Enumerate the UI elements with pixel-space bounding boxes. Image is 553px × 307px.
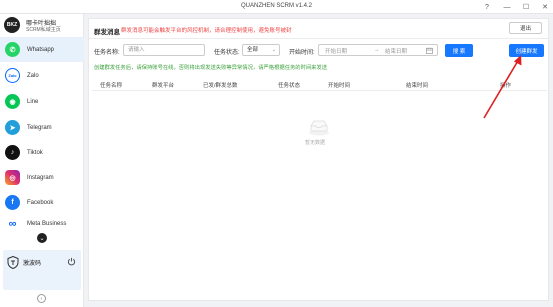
task-name-label: 任务名称: [94,50,120,56]
meta-icon: ∞ [8,218,17,230]
sidebar-item-label: Zalo [27,72,39,79]
column-header: 已发/群发总数 [203,83,238,89]
start-date-input[interactable]: 开始日期 [325,47,347,55]
calendar-icon [426,47,433,54]
whatsapp-icon: ✆ [5,42,20,57]
window-title: QUANZHEN SCRM v1.4.2 [240,3,312,9]
start-time-label: 开始时间: [289,50,315,56]
sidebar-item-zalo[interactable]: Zalo Zalo [0,63,84,88]
sidebar-item-label: Line [27,98,39,105]
sidebar-item-tiktok[interactable]: ♪ Tiktok [0,140,84,165]
user-name: 激波码 [23,261,42,267]
chevron-down-icon: ⌄ [271,47,276,53]
maximize-icon[interactable]: ☐ [521,2,531,12]
zalo-icon: Zalo [5,68,20,83]
column-header: 操作 [500,83,512,89]
end-date-input[interactable]: 结束日期 [385,47,407,55]
page-title: 群发消息 [94,29,120,36]
empty-state-text: 暂无数据 [305,140,326,146]
telegram-icon: ➤ [5,120,20,135]
instagram-icon: ◎ [5,170,20,185]
collapse-sidebar-icon[interactable]: ‹ [37,294,46,303]
column-header: 开始时间 [328,83,351,89]
main-panel: 群发消息 群发消息可能会触发平台的风控机制，请合理控制使用，避免账号被封 退出 … [88,18,549,301]
task-status-value: 全部 [247,47,259,53]
help-icon[interactable]: ? [482,2,492,12]
search-button[interactable]: 搜 索 [445,44,473,57]
sidebar-item-line[interactable]: ◉ Line [0,89,84,114]
sidebar: BKZ 哪卡叶拙拙 SCRM私域主页 ✆ Whatsapp Zalo Zalo … [0,14,84,307]
power-icon[interactable] [67,257,76,266]
brand: BKZ 哪卡叶拙拙 SCRM私域主页 [4,14,82,36]
column-header: 任务名称 [100,83,123,89]
brand-subtitle: SCRM私域主页 [26,27,61,33]
arrow-right-icon: → [374,47,380,53]
exit-button[interactable]: 退出 [509,22,542,34]
brand-logo: BKZ [4,17,20,33]
sidebar-item-meta-business[interactable]: ∞ Meta Business [0,214,84,234]
sidebar-item-whatsapp[interactable]: ✆ Whatsapp [0,37,84,62]
column-header: 任务状态 [278,83,301,89]
sidebar-item-label: Instagram [27,174,54,181]
minimize-icon[interactable]: — [502,2,512,12]
sidebar-item-label: Tiktok [27,149,43,156]
sidebar-item-label: Telegram [27,124,52,131]
facebook-icon: f [5,195,20,210]
close-icon[interactable]: ✕ [540,2,550,12]
shield-icon [7,256,19,269]
warning-note: 群发消息可能会触发平台的风控机制，请合理控制使用，避免账号被封 [121,28,292,34]
chevron-down-icon[interactable]: ⌄ [37,233,47,243]
user-card[interactable]: 激波码 [3,250,81,290]
column-header: 结束时间 [406,83,429,89]
task-name-input[interactable]: 请输入 [123,44,205,56]
sidebar-item-telegram[interactable]: ➤ Telegram [0,115,84,140]
sidebar-item-label: Whatsapp [27,46,55,53]
tiktok-icon: ♪ [5,145,20,160]
sidebar-item-instagram[interactable]: ◎ Instagram [0,165,84,190]
sidebar-item-label: Meta Business [27,221,67,227]
sidebar-item-label: Facebook [27,199,54,206]
create-broadcast-button[interactable]: 创建群发 [509,44,544,57]
line-icon: ◉ [5,94,20,109]
date-range-picker[interactable]: 开始日期 → 结束日期 [318,44,438,56]
table-header: 任务名称 群发平台 已发/群发总数 任务状态 开始时间 结束时间 操作 [92,77,547,91]
task-status-label: 任务状态: [214,50,240,56]
empty-inbox-icon [309,120,329,136]
usage-tip: 创建群发任务后，请保持账号在线，否则将出现发送失败等异常情况，请严格根据任务的时… [94,65,328,71]
column-header: 群发平台 [152,83,175,89]
sidebar-item-facebook[interactable]: f Facebook [0,190,84,215]
divider [89,38,548,39]
task-status-select[interactable]: 全部 ⌄ [242,44,280,56]
window-titlebar: QUANZHEN SCRM v1.4.2 ? — ☐ ✕ [0,0,553,14]
